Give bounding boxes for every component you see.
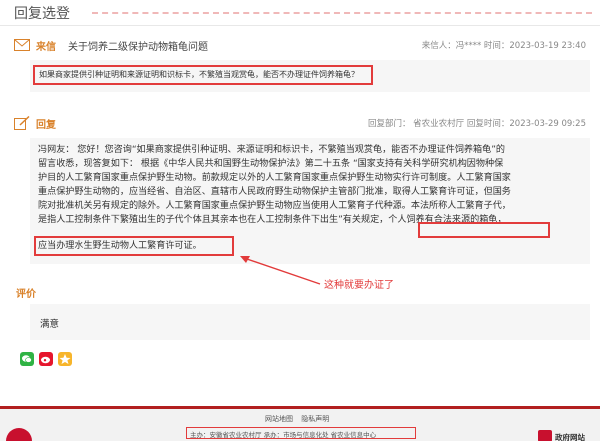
gov-site-label[interactable]: 政府网站 [555,432,585,441]
reply-meta: 回复部门： 省农业农村厅 回复时间：2023-03-29 09:25 [367,119,586,129]
emblem-icon [6,428,32,441]
question-meta: 来信人：冯**** 时间：2023-03-19 23:40 [421,41,586,51]
evaluation-box [30,304,590,340]
reply-header: 回复 回复部门： 省农业农村厅 回复时间：2023-03-29 09:25 [14,116,590,132]
footer-host: 主办：安徽省农业农村厅 承办：市场与信息化处 省农业信息中心 [190,431,377,439]
section-title: 回复选登 [14,6,70,22]
evaluation-title: 评价 [16,289,36,300]
reply-line: 冯网友： 您好！您咨询“如果商家提供引种证明、来源证明和标识卡，不繁殖当观赏龟，… [38,145,506,155]
reply-highlight [34,236,234,256]
question-title: 关于饲养二级保护动物箱龟问题 [68,42,208,53]
reply-highlight [418,222,550,238]
question-tag: 来信 [36,42,56,53]
gov-site-icon [538,430,552,441]
question-text: 如果商家提供引种证明和来源证明和识标卡，不繁殖当观赏龟，能否不办理证件饲养箱龟？ [39,70,359,79]
reply-line: 留言收悉，现答复如下： 根据《中华人民共和国野生动物保护法》第二十五条 “国家支… [38,159,504,169]
weibo-icon[interactable] [39,352,53,366]
privacy-link[interactable]: 隐私声明 [301,415,329,423]
wechat-icon[interactable] [20,352,34,366]
sitemap-link[interactable]: 网站地图 [265,415,293,423]
share-bar [20,352,72,366]
reply-line: 护目的人工繁育国家重点保护野生动物。前款规定以外的人工繁育国家重点保护野生动物实… [38,173,511,183]
evaluation-text: 满意 [40,319,60,330]
header-rule [0,25,600,26]
site-footer: 网站地图 隐私声明 主办：安徽省农业农村厅 承办：市场与信息化处 省农业信息中心… [0,406,600,441]
reply-line: 院对批准机关另有规定的除外。人工繁育国家重点保护野生动物应当使用人工繁育子代种源… [38,201,511,211]
edit-icon [14,116,30,130]
footer-links: 网站地图 隐私声明 [265,414,335,424]
envelope-icon [14,39,30,51]
section-header: 回复选登 [0,0,600,26]
annotation-text: 这种就要办证了 [324,280,394,291]
header-divider [92,12,592,14]
reply-line: 重点保护野生动物的，应当经省、自治区、直辖市人民政府野生动物保护主管部门批准，取… [38,187,511,197]
qzone-icon[interactable] [58,352,72,366]
question-header: 来信 关于饲养二级保护动物箱龟问题 来信人：冯**** 时间：2023-03-1… [14,38,590,54]
reply-tag: 回复 [36,120,56,131]
